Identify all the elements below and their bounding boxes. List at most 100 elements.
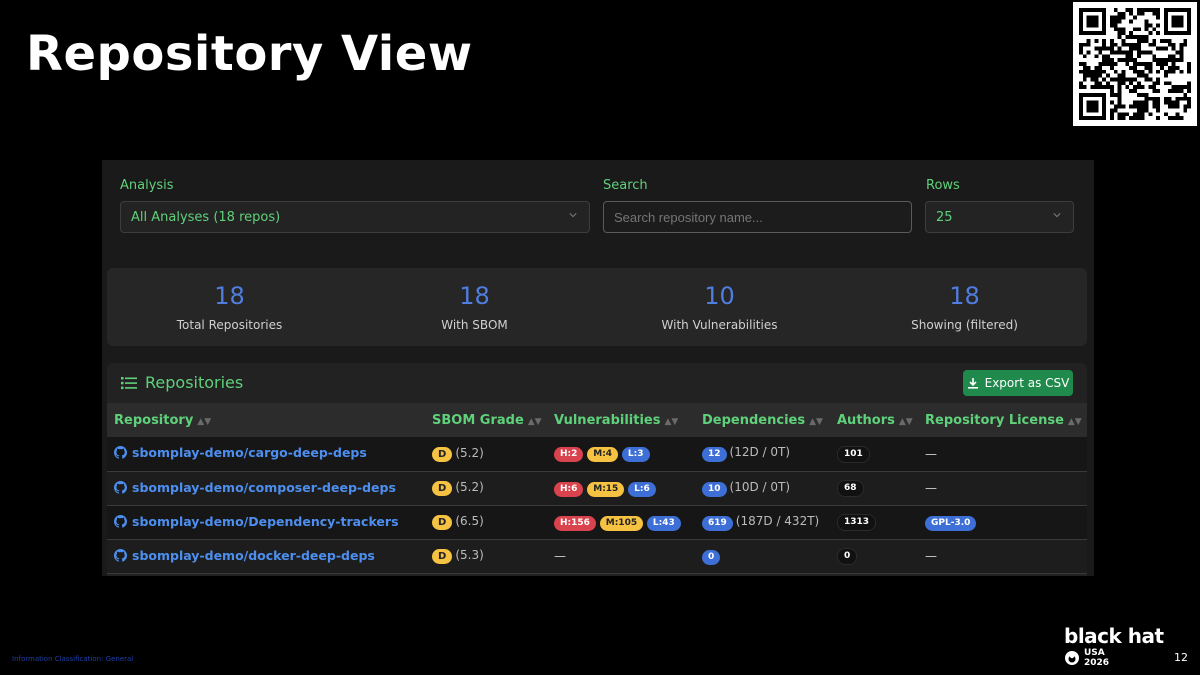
filter-bar: Analysis All Analyses (18 repos) Search … — [120, 176, 1074, 236]
cell-license: — — [918, 471, 1087, 505]
github-icon — [114, 514, 127, 528]
vuln-none: — — [554, 549, 566, 563]
cell-dependencies: 0 — [695, 539, 830, 573]
stat-showing-filtered: 18 Showing (filtered) — [842, 282, 1087, 332]
logo-sub-text: USA 2026 — [1084, 648, 1109, 668]
table-row: sbomplay-demo/composer-deep-deps D (5.2) H:… — [107, 471, 1087, 505]
analysis-select-value: All Analyses (18 repos) — [131, 209, 281, 225]
column-repository[interactable]: Repository ▲▼ — [107, 403, 425, 437]
repository-link[interactable]: sbomplay-demo/cargo-deep-deps — [114, 445, 367, 460]
repositories-title-text: Repositories — [145, 373, 244, 392]
cell-vulnerabilities: — — [547, 539, 695, 573]
column-sbom-grade[interactable]: SBOM Grade ▲▼ — [425, 403, 547, 437]
analysis-select[interactable]: All Analyses (18 repos) — [120, 201, 590, 233]
qr-code-icon — [1073, 2, 1197, 126]
repository-view-app: Analysis All Analyses (18 repos) Search … — [102, 160, 1094, 576]
dependency-detail: (10D / 0T) — [729, 479, 791, 494]
table-row: sbomplay-demo/cargo-deep-deps D (5.2) H:2 M… — [107, 437, 1087, 471]
vuln-high-badge: H:2 — [554, 447, 584, 463]
repositories-table-body: sbomplay-demo/cargo-deep-deps D (5.2) H:2 M… — [107, 437, 1087, 573]
rows-label: Rows — [926, 178, 960, 193]
sort-icon: ▲▼ — [809, 416, 823, 427]
vuln-high-badge: H:6 — [554, 481, 584, 497]
repositories-title: Repositories — [121, 373, 243, 392]
stats-panel: 18 Total Repositories 18 With SBOM 10 Wi… — [107, 268, 1087, 346]
cell-dependencies: 619 (187D / 432T) — [695, 505, 830, 539]
chevron-down-icon — [1053, 213, 1061, 218]
sort-icon: ▲▼ — [664, 416, 679, 427]
stat-value: 10 — [704, 282, 735, 310]
column-label: Repository — [114, 412, 194, 428]
license-none: — — [925, 549, 937, 563]
vuln-medium-badge: M:105 — [599, 515, 644, 531]
stat-with-vulnerabilities: 10 With Vulnerabilities — [597, 282, 842, 332]
column-repository-license[interactable]: Repository License ▲▼ — [918, 403, 1087, 437]
stat-value: 18 — [459, 282, 490, 310]
cell-sbom-grade: D (6.5) — [425, 505, 547, 539]
vuln-medium-badge: M:4 — [587, 447, 619, 463]
sort-icon: ▲▼ — [898, 416, 913, 427]
column-dependencies[interactable]: Dependencies ▲▼ — [695, 403, 830, 437]
column-label: Vulnerabilities — [554, 412, 661, 428]
logo-sub: USA 2026 — [1064, 648, 1190, 668]
search-label: Search — [603, 178, 648, 193]
grade-score: (5.2) — [455, 480, 484, 494]
sort-icon: ▲▼ — [1067, 416, 1082, 427]
globe-icon — [1065, 651, 1079, 665]
grade-badge: D — [432, 515, 453, 530]
slide-title: Repository View — [26, 26, 473, 82]
cell-sbom-grade: D (5.2) — [425, 437, 547, 471]
download-icon — [967, 378, 978, 389]
rows-select[interactable]: 25 — [925, 201, 1074, 233]
column-label: Repository License — [925, 412, 1064, 428]
grade-score: (5.3) — [455, 548, 484, 562]
license-none: — — [925, 446, 937, 461]
grade-badge: D — [432, 549, 453, 564]
grade-badge: D — [432, 481, 453, 496]
author-count-badge: 101 — [837, 445, 870, 463]
cell-repository: sbomplay-demo/composer-deep-deps — [107, 471, 425, 505]
repository-link[interactable]: sbomplay-demo/composer-deep-deps — [114, 480, 396, 495]
cell-repository: sbomplay-demo/cargo-deep-deps — [107, 437, 425, 471]
dependency-count-badge: 0 — [702, 549, 721, 565]
cell-license: — — [918, 437, 1087, 471]
dependency-count-badge: 12 — [702, 447, 727, 463]
cell-vulnerabilities: H:2 M:4 L:3 — [547, 437, 695, 471]
classification-label: Information Classification: General — [12, 655, 134, 663]
cell-repository: sbomplay-demo/docker-deep-deps — [107, 539, 425, 573]
rows-select-value: 25 — [936, 209, 953, 225]
analysis-label: Analysis — [120, 178, 174, 193]
table-header-row: Repository ▲▼ SBOM Grade ▲▼ Vulnerabilitie… — [107, 403, 1087, 437]
github-icon — [114, 480, 127, 494]
grade-score: (6.5) — [455, 514, 484, 528]
vuln-low-badge: L:6 — [628, 481, 656, 497]
cell-vulnerabilities: H:6 M:15 L:6 — [547, 471, 695, 505]
repository-link[interactable]: sbomplay-demo/Dependency-trackers — [114, 514, 399, 529]
chevron-down-icon — [569, 213, 577, 218]
stat-label: Total Repositories — [176, 318, 283, 332]
export-csv-button[interactable]: Export as CSV — [963, 370, 1073, 396]
column-vulnerabilities[interactable]: Vulnerabilities ▲▼ — [547, 403, 695, 437]
list-icon — [121, 376, 137, 389]
repositories-panel: Repositories Export as CSV Repository ▲▼ … — [107, 363, 1087, 576]
vuln-low-badge: L:3 — [621, 447, 650, 463]
stat-with-sbom: 18 With SBOM — [352, 282, 597, 332]
repository-link[interactable]: sbomplay-demo/docker-deep-deps — [114, 548, 375, 563]
stat-value: 18 — [214, 282, 245, 310]
search-input[interactable] — [603, 201, 912, 233]
cell-dependencies: 10 (10D / 0T) — [695, 471, 830, 505]
author-count-badge: 1313 — [837, 514, 877, 531]
repositories-table: Repository ▲▼ SBOM Grade ▲▼ Vulnerabilitie… — [107, 403, 1087, 574]
vuln-medium-badge: M:15 — [587, 481, 625, 497]
dependency-detail: (12D / 0T) — [729, 445, 791, 460]
cell-sbom-grade: D (5.2) — [425, 471, 547, 505]
page-number: 12 — [1174, 651, 1188, 664]
column-authors[interactable]: Authors ▲▼ — [830, 403, 918, 437]
repositories-header: Repositories Export as CSV — [107, 363, 1087, 403]
stat-label: With Vulnerabilities — [661, 318, 778, 332]
cell-dependencies: 12 (12D / 0T) — [695, 437, 830, 471]
author-count-badge: 0 — [837, 548, 858, 565]
repository-name: sbomplay-demo/docker-deep-deps — [132, 547, 375, 563]
table-row: sbomplay-demo/Dependency-trackers D (6.5) H… — [107, 505, 1087, 539]
cell-sbom-grade: D (5.3) — [425, 539, 547, 573]
